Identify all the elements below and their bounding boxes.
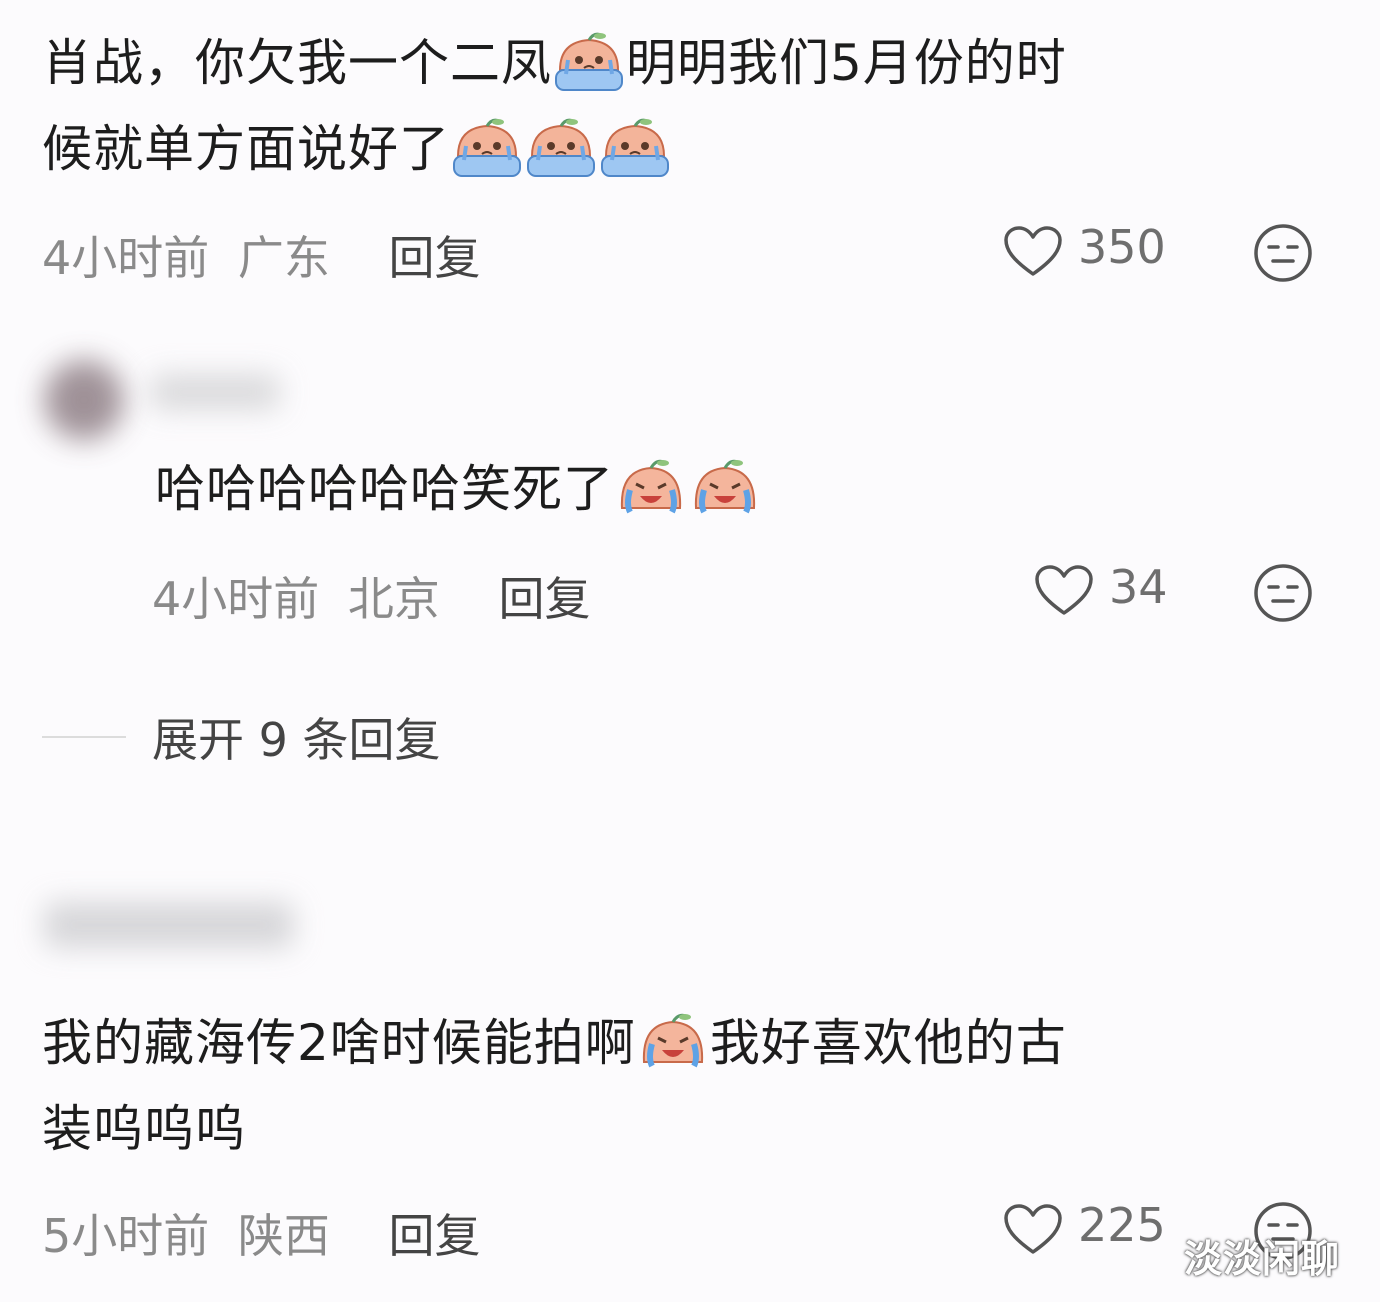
location: 北京 <box>347 572 440 626</box>
like-count: 350 <box>1078 220 1166 274</box>
comment-text-segment: 肖战，你欠我一个二凤 <box>42 34 552 92</box>
comment-1-meta: 4小时前 广东 回复 <box>42 222 481 288</box>
expand-replies-button[interactable]: 展开 9 条回复 <box>152 704 441 770</box>
crying-peach-sticker-icon <box>526 116 596 178</box>
divider <box>42 736 126 738</box>
reply-comment-text: 哈哈哈哈哈哈笑死了 <box>155 446 762 532</box>
comment-text-segment: 我的藏海传2啥时候能拍啊 <box>42 1014 636 1072</box>
like-count: 34 <box>1109 560 1168 614</box>
comment-text-segment: 装呜呜呜 <box>42 1100 246 1158</box>
username-redacted[interactable] <box>44 902 294 948</box>
laugh-crying-peach-sticker-icon <box>638 1010 708 1072</box>
crying-peach-sticker-icon <box>600 116 670 178</box>
avatar[interactable] <box>44 360 124 440</box>
reply-button[interactable]: 回复 <box>389 1209 481 1263</box>
comment-2-meta: 4小时前 北京 回复 <box>152 563 591 629</box>
like-count: 225 <box>1078 1198 1166 1252</box>
laugh-crying-peach-sticker-icon <box>616 456 686 518</box>
location: 广东 <box>237 231 330 285</box>
timestamp: 5小时前 <box>42 1209 210 1263</box>
reply-button[interactable]: 回复 <box>389 231 481 285</box>
comment-text-segment: 候就单方面说好了 <box>42 120 450 178</box>
watermark: 淡淡闲聊 <box>1184 1237 1341 1281</box>
comment-1-text: 肖战，你欠我一个二凤 明明我们5月份的时 候就单方面说好了 <box>42 20 1342 192</box>
timestamp: 4小时前 <box>152 572 320 626</box>
heart-outline-icon[interactable] <box>1003 1204 1063 1256</box>
comment-text-segment: 哈哈哈哈哈哈笑死了 <box>155 460 614 518</box>
expressionless-face-icon[interactable] <box>1253 563 1313 623</box>
heart-outline-icon[interactable] <box>1003 226 1063 278</box>
crying-peach-sticker-icon <box>452 116 522 178</box>
laugh-crying-peach-sticker-icon <box>690 456 760 518</box>
location: 陕西 <box>237 1209 330 1263</box>
crying-peach-sticker-icon <box>554 30 624 92</box>
username-redacted[interactable] <box>150 374 280 410</box>
comment-3-text: 我的藏海传2啥时候能拍啊 我好喜欢他的古 装呜呜呜 <box>42 1000 1342 1172</box>
comment-text-segment: 明明我们5月份的时 <box>626 34 1067 92</box>
reply-button[interactable]: 回复 <box>499 572 591 626</box>
timestamp: 4小时前 <box>42 231 210 285</box>
heart-outline-icon[interactable] <box>1034 565 1094 617</box>
expressionless-face-icon[interactable] <box>1253 223 1313 283</box>
comment-3-meta: 5小时前 陕西 回复 <box>42 1200 481 1266</box>
comment-text-segment: 我好喜欢他的古 <box>709 1014 1067 1072</box>
